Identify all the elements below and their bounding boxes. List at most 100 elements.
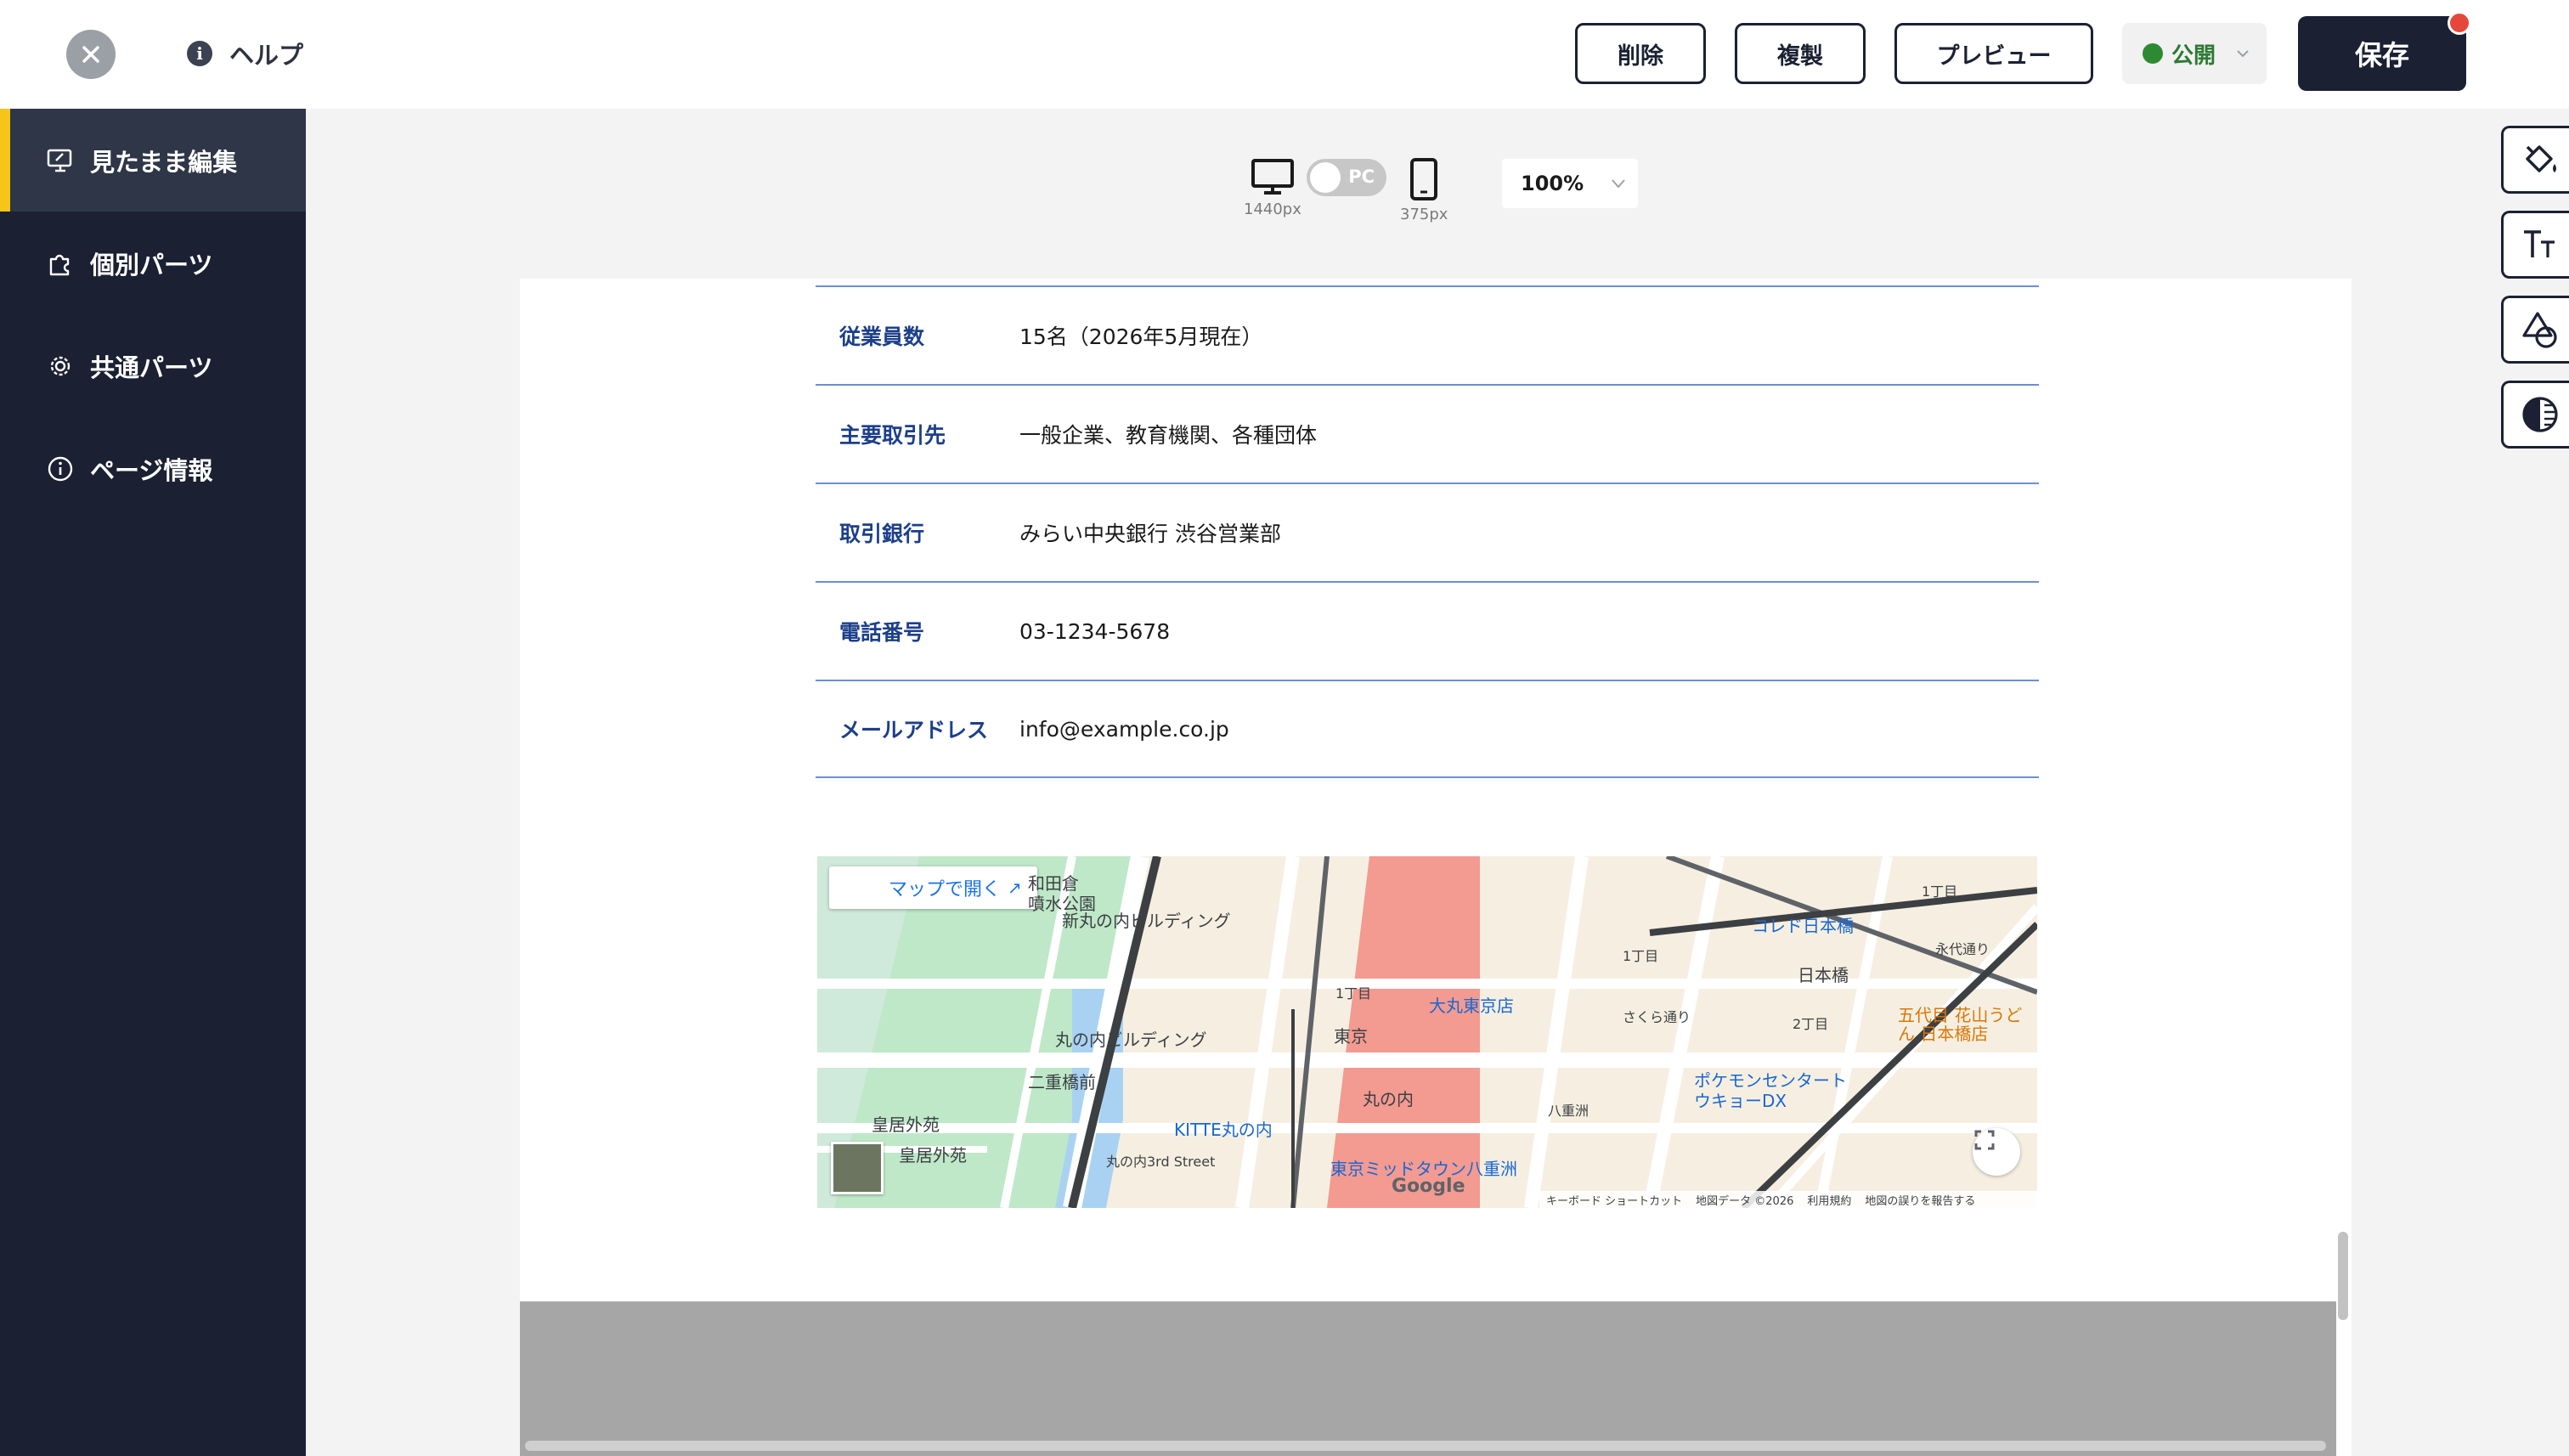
info-icon: i	[187, 41, 212, 66]
report-error-link[interactable]: 地図の誤りを報告する	[1865, 1192, 1975, 1208]
table-row: 取引銀行 みらい中央銀行 渋谷営業部	[816, 483, 2039, 581]
map-label: 1丁目	[1623, 948, 1659, 964]
shape-tool-button[interactable]	[2501, 296, 2569, 364]
zoom-select[interactable]: 100%	[1502, 159, 1638, 208]
map-label: 1丁目	[1335, 985, 1372, 1002]
monitor-edit-icon	[46, 146, 75, 175]
map-footer: キーボード ショートカット 地図データ ©2026 利用規約 地図の誤りを報告す…	[1539, 1191, 2037, 1208]
publish-status-select[interactable]: 公開	[2122, 23, 2267, 84]
map-label: 丸の内3rd Street	[1106, 1154, 1216, 1170]
top-bar: i ヘルプ 削除 複製 プレビュー 公開 保存	[0, 0, 2569, 109]
contrast-tool-button[interactable]	[2501, 381, 2569, 449]
terms-link[interactable]: 利用規約	[1807, 1192, 1851, 1208]
help-link[interactable]: i ヘルプ	[187, 36, 303, 71]
notification-dot	[2448, 11, 2471, 35]
map-label: さくら通り	[1623, 1009, 1691, 1025]
help-label: ヘルプ	[229, 41, 304, 70]
status-label: 公開	[2171, 42, 2216, 69]
sidebar-item-label: ページ情報	[90, 455, 213, 485]
text-size-icon	[2524, 230, 2555, 257]
close-icon	[82, 46, 99, 63]
table-row: 電話番号 03-1234-5678	[816, 581, 2039, 680]
row-value: 一般企業、教育機関、各種団体	[1019, 423, 1318, 448]
toggle-label: PC	[1348, 166, 1375, 187]
paint-bucket-icon	[2526, 145, 2556, 172]
page-canvas: 従業員数 15名（2026年5月現在） 主要取引先 一般企業、教育機関、各種団体…	[520, 279, 2352, 1456]
map-label: 二重橋前	[1028, 1072, 1096, 1092]
fill-tool-button[interactable]	[2501, 126, 2569, 194]
sidebar-item-common-parts[interactable]: 共通パーツ	[0, 314, 306, 417]
map-label: ポケモンセンタートウキョーDX	[1694, 1070, 1847, 1111]
map-label: 大丸東京店	[1429, 996, 1514, 1016]
map-label: 皇居外苑	[872, 1115, 940, 1135]
puzzle-icon	[46, 249, 75, 278]
mobile-view-button[interactable]: 375px	[1400, 158, 1448, 223]
map-label: 2丁目	[1793, 1016, 1829, 1032]
open-in-maps-label: マップで開く	[889, 879, 1002, 900]
row-label: 主要取引先	[839, 423, 946, 448]
row-label: 取引銀行	[839, 522, 925, 546]
chevron-down-icon	[1612, 179, 1625, 189]
mobile-width-caption: 375px	[1400, 206, 1448, 223]
gear-icon	[46, 352, 75, 381]
pc-width-caption: 1440px	[1244, 200, 1301, 218]
map-label: 1丁目	[1922, 883, 1958, 900]
sidebar-item-page-info[interactable]: ページ情報	[0, 417, 306, 520]
delete-button[interactable]: 削除	[1575, 23, 1706, 84]
vertical-scrollbar[interactable]	[2338, 1232, 2348, 1320]
horizontal-scrollbar[interactable]	[525, 1441, 2326, 1451]
sidebar-item-visual-edit[interactable]: 見たまま編集	[0, 109, 306, 212]
map-label: 永代通り	[1935, 941, 1990, 957]
device-toggle[interactable]: PC	[1307, 159, 1386, 196]
page-footer-block	[520, 1301, 2336, 1456]
shapes-icon	[2522, 312, 2557, 348]
contrast-icon	[2522, 397, 2558, 432]
map-data-credit: 地図データ ©2026	[1696, 1194, 1794, 1208]
row-label: 従業員数	[839, 324, 925, 349]
info-icon	[46, 454, 75, 483]
desktop-icon	[1251, 159, 1294, 195]
sidebar: 見たまま編集 個別パーツ 共通パーツ ページ情報	[0, 109, 306, 1456]
row-label: 電話番号	[839, 620, 925, 645]
map-label: 五代目 花山うどん 日本橋店	[1898, 1005, 2023, 1044]
preview-button[interactable]: プレビュー	[1894, 23, 2093, 84]
map-label: 丸の内	[1363, 1089, 1414, 1109]
satellite-toggle[interactable]	[831, 1142, 884, 1194]
external-link-icon: ↗	[1008, 878, 1022, 898]
map-label: 東京	[1334, 1026, 1368, 1047]
row-value: 15名（2026年5月現在）	[1019, 324, 1263, 349]
map-label: 新丸の内ビルディング	[1062, 911, 1231, 931]
map-label: 八重洲	[1548, 1103, 1589, 1119]
row-value: 03-1234-5678	[1019, 618, 1171, 644]
pc-view-button[interactable]: 1440px	[1244, 158, 1301, 218]
open-in-maps-link[interactable]: マップで開く ↗	[829, 866, 1037, 909]
map-embed[interactable]: マップで開く ↗ 和田倉 噴水公園 新丸の内ビルディング 丸の内ビルディング 二…	[817, 856, 2037, 1208]
mobile-icon	[1410, 158, 1438, 200]
table-row: 従業員数 15名（2026年5月現在）	[816, 285, 2039, 384]
map-label: 日本橋	[1798, 965, 1849, 985]
map-label: KITTE丸の内	[1174, 1120, 1273, 1140]
status-dot	[2143, 43, 2163, 64]
text-tool-button[interactable]	[2501, 211, 2569, 279]
zoom-value: 100%	[1521, 172, 1584, 195]
sidebar-item-label: 個別パーツ	[90, 250, 213, 279]
sidebar-item-label: 見たまま編集	[90, 147, 238, 177]
company-info-table: 従業員数 15名（2026年5月現在） 主要取引先 一般企業、教育機関、各種団体…	[816, 285, 2039, 778]
fullscreen-icon	[1974, 1130, 1995, 1150]
row-value: みらい中央銀行 渋谷営業部	[1019, 522, 1281, 546]
save-button[interactable]: 保存	[2298, 16, 2466, 91]
map-label: 皇居外苑	[899, 1145, 967, 1165]
table-row: 主要取引先 一般企業、教育機関、各種団体	[816, 384, 2039, 483]
keyboard-shortcuts-link[interactable]: キーボード ショートカット	[1546, 1192, 1682, 1208]
sidebar-item-individual-parts[interactable]: 個別パーツ	[0, 212, 306, 314]
row-label: メールアドレス	[839, 718, 989, 742]
chevron-down-icon	[2237, 50, 2249, 58]
map-label: コレド日本橋	[1752, 916, 1854, 936]
google-logo: Google	[1392, 1176, 1465, 1197]
toggle-knob	[1310, 162, 1341, 193]
row-value: info@example.co.jp	[1019, 716, 1229, 742]
close-button[interactable]	[66, 30, 116, 79]
fullscreen-button[interactable]	[1973, 1128, 2020, 1176]
table-row: メールアドレス info@example.co.jp	[816, 680, 2039, 778]
duplicate-button[interactable]: 複製	[1735, 23, 1866, 84]
